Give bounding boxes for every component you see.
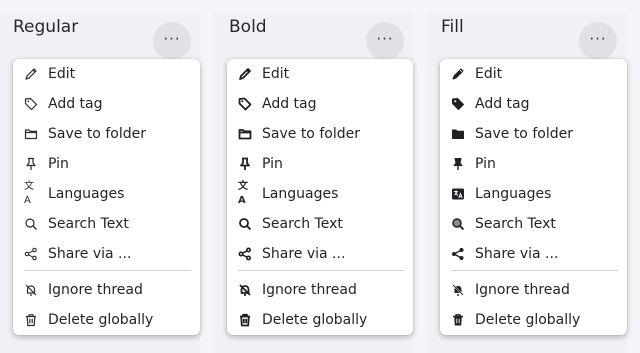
menu-item-label: Delete globally — [262, 312, 368, 328]
menu-item-label: Edit — [48, 66, 76, 82]
menu-item-edit[interactable]: Edit — [13, 60, 200, 88]
menu-item-pin[interactable]: Pin — [440, 150, 627, 178]
menu-item-add-tag[interactable]: Add tag — [13, 90, 200, 118]
column-title: Fill — [441, 17, 464, 37]
share-icon — [238, 247, 252, 261]
tag-icon — [451, 97, 465, 111]
menu-item-delete-globally[interactable]: Delete globally — [227, 306, 413, 334]
language-icon: 文A — [238, 181, 248, 206]
menu-item-label: Save to folder — [262, 126, 360, 142]
menu-item-label: Edit — [262, 66, 290, 82]
menu-item-delete-globally[interactable]: Delete globally — [13, 306, 200, 334]
menu-item-label: Ignore thread — [475, 282, 570, 298]
menu-item-share-via[interactable]: Share via ... — [13, 240, 200, 268]
menu-item-label: Delete globally — [475, 312, 581, 328]
menu-item-label: Ignore thread — [48, 282, 143, 298]
menu-item-share-via[interactable]: Share via ... — [440, 240, 627, 268]
folder-icon — [24, 127, 38, 141]
more-options-button[interactable]: ··· — [153, 22, 191, 60]
tag-icon — [238, 97, 252, 111]
menu-item-delete-globally[interactable]: Delete globally — [440, 306, 627, 334]
menu-item-search-text[interactable]: Search Text — [13, 210, 200, 238]
menu-divider — [238, 270, 404, 271]
menu-item-label: Languages — [48, 186, 125, 202]
language-icon: 文A — [24, 181, 34, 206]
menu-item-label: Pin — [262, 156, 283, 172]
menu-item-add-tag[interactable]: Add tag — [440, 90, 627, 118]
search-icon — [238, 217, 252, 231]
menu-item-label: Pin — [475, 156, 496, 172]
search-icon — [451, 217, 465, 231]
menu-item-label: Add tag — [48, 96, 103, 112]
menu-item-save-to-folder[interactable]: Save to folder — [227, 120, 413, 148]
context-menu-bold: Edit Add tag Save to folder Pin 文A Langu… — [227, 59, 413, 335]
menu-item-edit[interactable]: Edit — [440, 60, 627, 88]
menu-item-label: Search Text — [262, 216, 343, 232]
pin-icon — [451, 157, 465, 171]
menu-item-label: Share via ... — [475, 246, 559, 262]
share-icon — [451, 247, 465, 261]
share-icon — [24, 247, 38, 261]
menu-item-languages[interactable]: Languages — [440, 180, 627, 208]
menu-item-add-tag[interactable]: Add tag — [227, 90, 413, 118]
menu-item-label: Add tag — [262, 96, 317, 112]
bell-off-icon — [24, 283, 38, 297]
menu-item-label: Search Text — [475, 216, 556, 232]
menu-item-label: Ignore thread — [262, 282, 357, 298]
menu-item-search-text[interactable]: Search Text — [227, 210, 413, 238]
tag-icon — [24, 97, 38, 111]
folder-icon — [238, 127, 252, 141]
context-menu-regular: Edit Add tag Save to folder Pin 文A Langu… — [13, 59, 200, 335]
folder-icon — [451, 127, 465, 141]
more-options-button[interactable]: ··· — [579, 22, 617, 60]
bell-off-icon — [451, 283, 465, 297]
more-options-button[interactable]: ··· — [366, 22, 404, 60]
menu-item-label: Share via ... — [48, 246, 132, 262]
menu-item-label: Delete globally — [48, 312, 154, 328]
trash-icon — [238, 313, 252, 327]
menu-item-label: Add tag — [475, 96, 530, 112]
menu-item-languages[interactable]: 文A Languages — [227, 180, 413, 208]
menu-item-label: Languages — [475, 186, 552, 202]
menu-item-label: Save to folder — [475, 126, 573, 142]
pin-icon — [238, 157, 252, 171]
language-icon — [451, 187, 465, 201]
menu-item-share-via[interactable]: Share via ... — [227, 240, 413, 268]
pencil-icon — [24, 67, 38, 81]
search-icon — [24, 217, 38, 231]
menu-item-ignore-thread[interactable]: Ignore thread — [440, 276, 627, 304]
menu-divider — [24, 270, 191, 271]
menu-item-ignore-thread[interactable]: Ignore thread — [13, 276, 200, 304]
menu-item-pin[interactable]: Pin — [227, 150, 413, 178]
column-title: Regular — [13, 17, 79, 37]
menu-item-label: Search Text — [48, 216, 129, 232]
menu-item-label: Edit — [475, 66, 503, 82]
pin-icon — [24, 157, 38, 171]
menu-item-pin[interactable]: Pin — [13, 150, 200, 178]
menu-item-edit[interactable]: Edit — [227, 60, 413, 88]
menu-item-languages[interactable]: 文A Languages — [13, 180, 200, 208]
trash-icon — [24, 313, 38, 327]
menu-item-label: Pin — [48, 156, 69, 172]
menu-item-label: Save to folder — [48, 126, 146, 142]
pencil-icon — [238, 67, 252, 81]
menu-item-save-to-folder[interactable]: Save to folder — [13, 120, 200, 148]
menu-item-label: Share via ... — [262, 246, 346, 262]
trash-icon — [451, 313, 465, 327]
menu-item-search-text[interactable]: Search Text — [440, 210, 627, 238]
column-title: Bold — [229, 17, 267, 37]
menu-item-ignore-thread[interactable]: Ignore thread — [227, 276, 413, 304]
menu-item-save-to-folder[interactable]: Save to folder — [440, 120, 627, 148]
context-menu-fill: Edit Add tag Save to folder Pin Language… — [440, 59, 627, 335]
menu-item-label: Languages — [262, 186, 339, 202]
menu-divider — [451, 270, 618, 271]
pencil-icon — [451, 67, 465, 81]
bell-off-icon — [238, 283, 252, 297]
